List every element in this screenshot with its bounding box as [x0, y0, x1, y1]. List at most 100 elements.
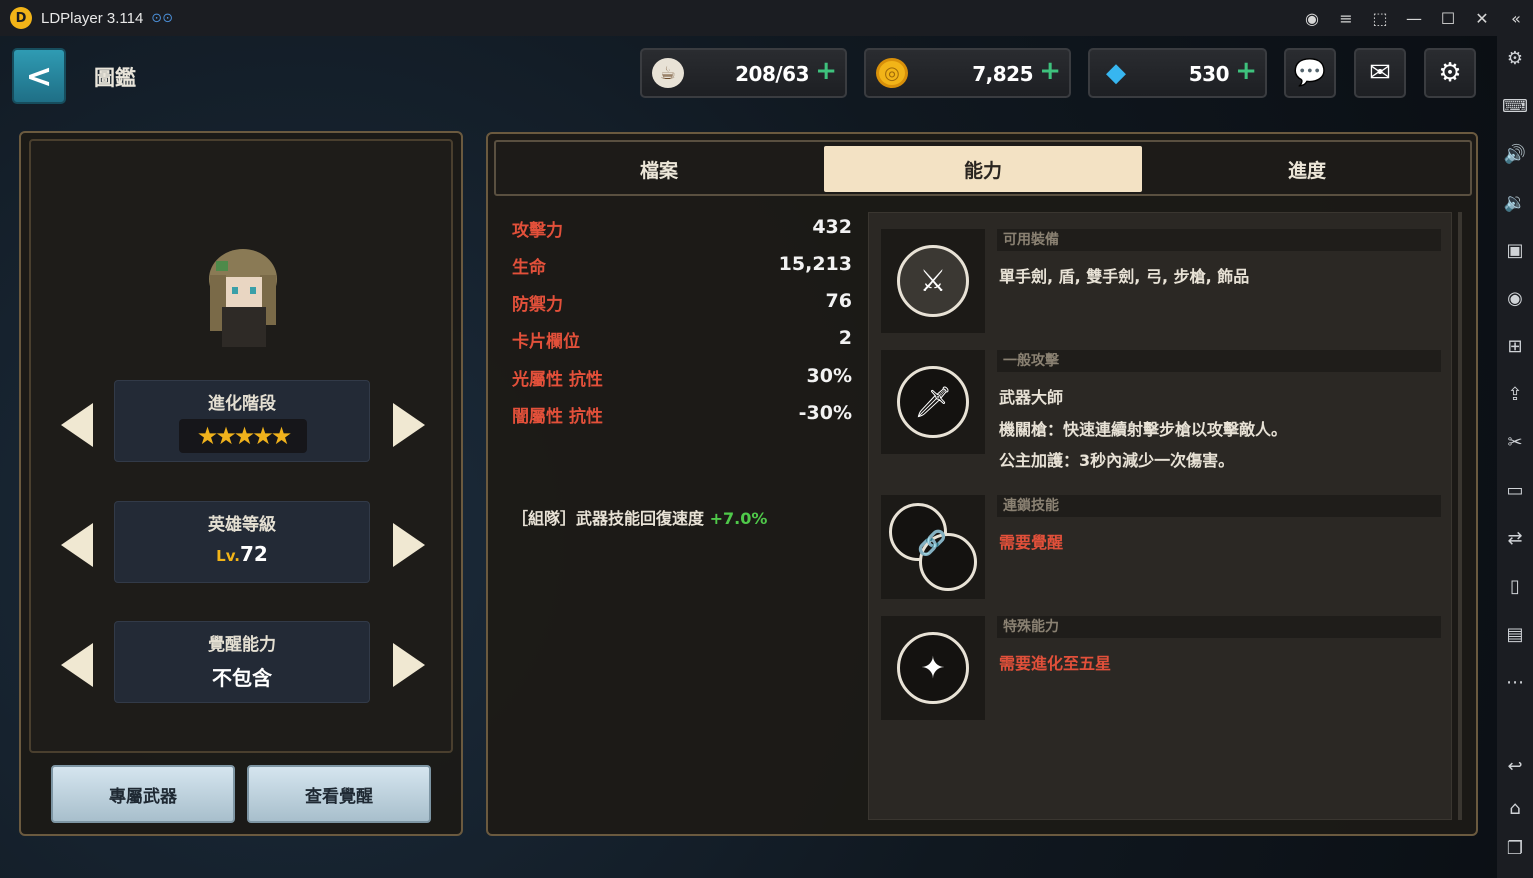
- skill-header: 特殊能力: [997, 616, 1441, 638]
- add-stamina-button[interactable]: +: [815, 56, 837, 86]
- coin-icon: ◎: [876, 58, 908, 88]
- awakening-next-arrow[interactable]: [393, 643, 425, 687]
- screenshot-icon[interactable]: ▣: [1497, 240, 1533, 261]
- skill-text: 公主加護：3秒內減少一次傷害。: [999, 451, 1235, 470]
- gold-value: 7,825: [972, 62, 1033, 86]
- sword-shield-icon: ⚔: [897, 245, 969, 317]
- add-gold-button[interactable]: +: [1039, 56, 1061, 86]
- sword-icon: 🗡: [897, 366, 969, 438]
- stat-value: 30%: [806, 365, 852, 387]
- add-window-icon[interactable]: ⊞: [1497, 336, 1533, 357]
- close-icon[interactable]: ✕: [1465, 9, 1499, 28]
- level-prefix: Lv.: [216, 547, 240, 565]
- evolution-next-arrow[interactable]: [393, 403, 425, 447]
- skill-text: 機關槍：快速連續射擊步槍以攻擊敵人。: [999, 420, 1288, 439]
- skill-header: 連鎖技能: [997, 495, 1441, 517]
- volume-down-icon[interactable]: 🔉: [1497, 192, 1533, 213]
- stamina-value: 208/63: [735, 62, 809, 86]
- more-icon[interactable]: ⋯: [1497, 672, 1533, 693]
- settings-icon[interactable]: ⚙: [1497, 48, 1533, 69]
- sparkle-icon: ✦: [897, 632, 969, 704]
- tab-profile[interactable]: 檔案: [500, 146, 818, 192]
- skill-chain: 🔗 連鎖技能 需要覺醒: [881, 495, 1441, 599]
- awakening-value: 不包含: [212, 666, 272, 690]
- awakening-label: 覺醒能力: [208, 635, 276, 655]
- star-rating: ★★★★★: [179, 419, 307, 453]
- stat-value: 2: [838, 327, 852, 349]
- stat-row: 生命 15,213: [512, 253, 852, 283]
- stat-name: 闇屬性 抗性: [512, 407, 603, 427]
- tab-abilities[interactable]: 能力: [824, 146, 1142, 192]
- gem-counter: ◆ 530 +: [1088, 48, 1267, 98]
- info-panel: 檔案 能力 進度 攻擊力 432 生命 15,213 防禦力 76 卡片欄位 2 光屬性…: [486, 132, 1478, 836]
- level-prev-arrow[interactable]: [61, 523, 93, 567]
- volume-up-icon[interactable]: 🔊: [1497, 144, 1533, 165]
- account-icon[interactable]: ◉: [1295, 9, 1329, 28]
- skill-normal-attack: 🗡 一般攻擊 武器大師 機關槍：快速連續射擊步槍以攻擊敵人。 公主加護：3秒內減…: [881, 350, 1441, 470]
- scissors-icon[interactable]: ✂: [1497, 432, 1533, 453]
- expand-icon[interactable]: ⬚: [1363, 9, 1397, 28]
- sync-icon[interactable]: ⇄: [1497, 528, 1533, 549]
- skill-equipment: ⚔ 可用裝備 單手劍, 盾, 雙手劍, 弓, 步槍, 飾品: [881, 229, 1441, 333]
- apk-install-icon[interactable]: ⇪: [1497, 384, 1533, 405]
- mail-icon: ✉: [1369, 58, 1391, 88]
- hero-level-selector: 英雄等級 Lv.72: [114, 501, 370, 583]
- keyboard-icon[interactable]: ⌨: [1497, 96, 1533, 117]
- stamina-counter: ☕ 208/63 +: [640, 48, 847, 98]
- view-awakening-button[interactable]: 查看覺醒: [247, 765, 431, 823]
- settings-button[interactable]: ⚙: [1424, 48, 1476, 98]
- hero-level-value: Lv.72: [115, 542, 369, 566]
- collapse-icon[interactable]: «: [1499, 9, 1533, 28]
- level-next-arrow[interactable]: [393, 523, 425, 567]
- tab-bar: 檔案 能力 進度: [494, 140, 1472, 196]
- skill-icon-box: ⚔: [881, 229, 985, 333]
- game-area: < 圖鑑 ☕ 208/63 + ◎ 7,825 + ◆ 530 + 💬 ✉ ⚙: [0, 36, 1497, 878]
- awakening-prev-arrow[interactable]: [61, 643, 93, 687]
- gold-counter: ◎ 7,825 +: [864, 48, 1071, 98]
- skill-icon-box: ✦: [881, 616, 985, 720]
- stat-row: 防禦力 76: [512, 290, 852, 320]
- chat-icon: 💬: [1293, 58, 1327, 88]
- stat-row: 光屬性 抗性 30%: [512, 365, 852, 395]
- party-bonus-value: +7.0%: [709, 509, 768, 528]
- gem-value: 530: [1188, 62, 1230, 86]
- coffee-icon: ☕: [652, 58, 684, 88]
- maximize-icon[interactable]: ☐: [1431, 9, 1465, 28]
- stat-value: -30%: [798, 402, 852, 424]
- page-title: 圖鑑: [94, 66, 136, 90]
- skill-header: 可用裝備: [997, 229, 1441, 251]
- back-button[interactable]: <: [12, 48, 66, 104]
- skill-icon-box: 🗡: [881, 350, 985, 454]
- skill-header: 一般攻擊: [997, 350, 1441, 372]
- menu-icon[interactable]: ≡: [1329, 9, 1363, 28]
- gem-icon: ◆: [1106, 58, 1126, 88]
- exclusive-weapon-button[interactable]: 專屬武器: [51, 765, 235, 823]
- skill-icon-box: 🔗: [881, 495, 985, 599]
- video-icon[interactable]: ▭: [1497, 480, 1533, 501]
- recent-apps-icon[interactable]: ❐: [1497, 838, 1533, 859]
- chat-button[interactable]: 💬: [1284, 48, 1336, 98]
- skill-text: 單手劍, 盾, 雙手劍, 弓, 步槍, 飾品: [999, 267, 1250, 286]
- tab-progress[interactable]: 進度: [1148, 146, 1466, 192]
- stat-name: 攻擊力: [512, 221, 563, 241]
- add-gem-button[interactable]: +: [1235, 56, 1257, 86]
- minimize-icon[interactable]: —: [1397, 9, 1431, 28]
- skill-text: 需要進化至五星: [999, 654, 1112, 673]
- back-icon[interactable]: ↩: [1497, 756, 1533, 777]
- stat-name: 卡片欄位: [512, 332, 580, 352]
- hero-panel: 進化階段 ★★★★★ 英雄等級 Lv.72 覺醒能力 不包含 專屬武器 查看覺醒: [19, 131, 463, 836]
- evolution-prev-arrow[interactable]: [61, 403, 93, 447]
- app-title: LDPlayer 3.114: [41, 9, 144, 27]
- party-bonus-label: ［組隊］武器技能回復速度: [512, 509, 705, 528]
- settings-icon: ⚙: [1438, 58, 1462, 88]
- gamepad-icon[interactable]: ⊙⊙: [151, 11, 173, 26]
- record-icon[interactable]: ◉: [1497, 288, 1533, 309]
- home-icon[interactable]: ⌂: [1497, 798, 1533, 819]
- stat-name: 生命: [512, 258, 546, 278]
- screen-icon[interactable]: ▤: [1497, 624, 1533, 645]
- mail-button[interactable]: ✉: [1354, 48, 1406, 98]
- stats-list: 攻擊力 432 生命 15,213 防禦力 76 卡片欄位 2 光屬性 抗性 30% 闇屬…: [498, 212, 858, 822]
- shake-icon[interactable]: ▯: [1497, 576, 1533, 597]
- stat-value: 15,213: [778, 253, 852, 275]
- skills-scrollbar[interactable]: [1458, 212, 1462, 820]
